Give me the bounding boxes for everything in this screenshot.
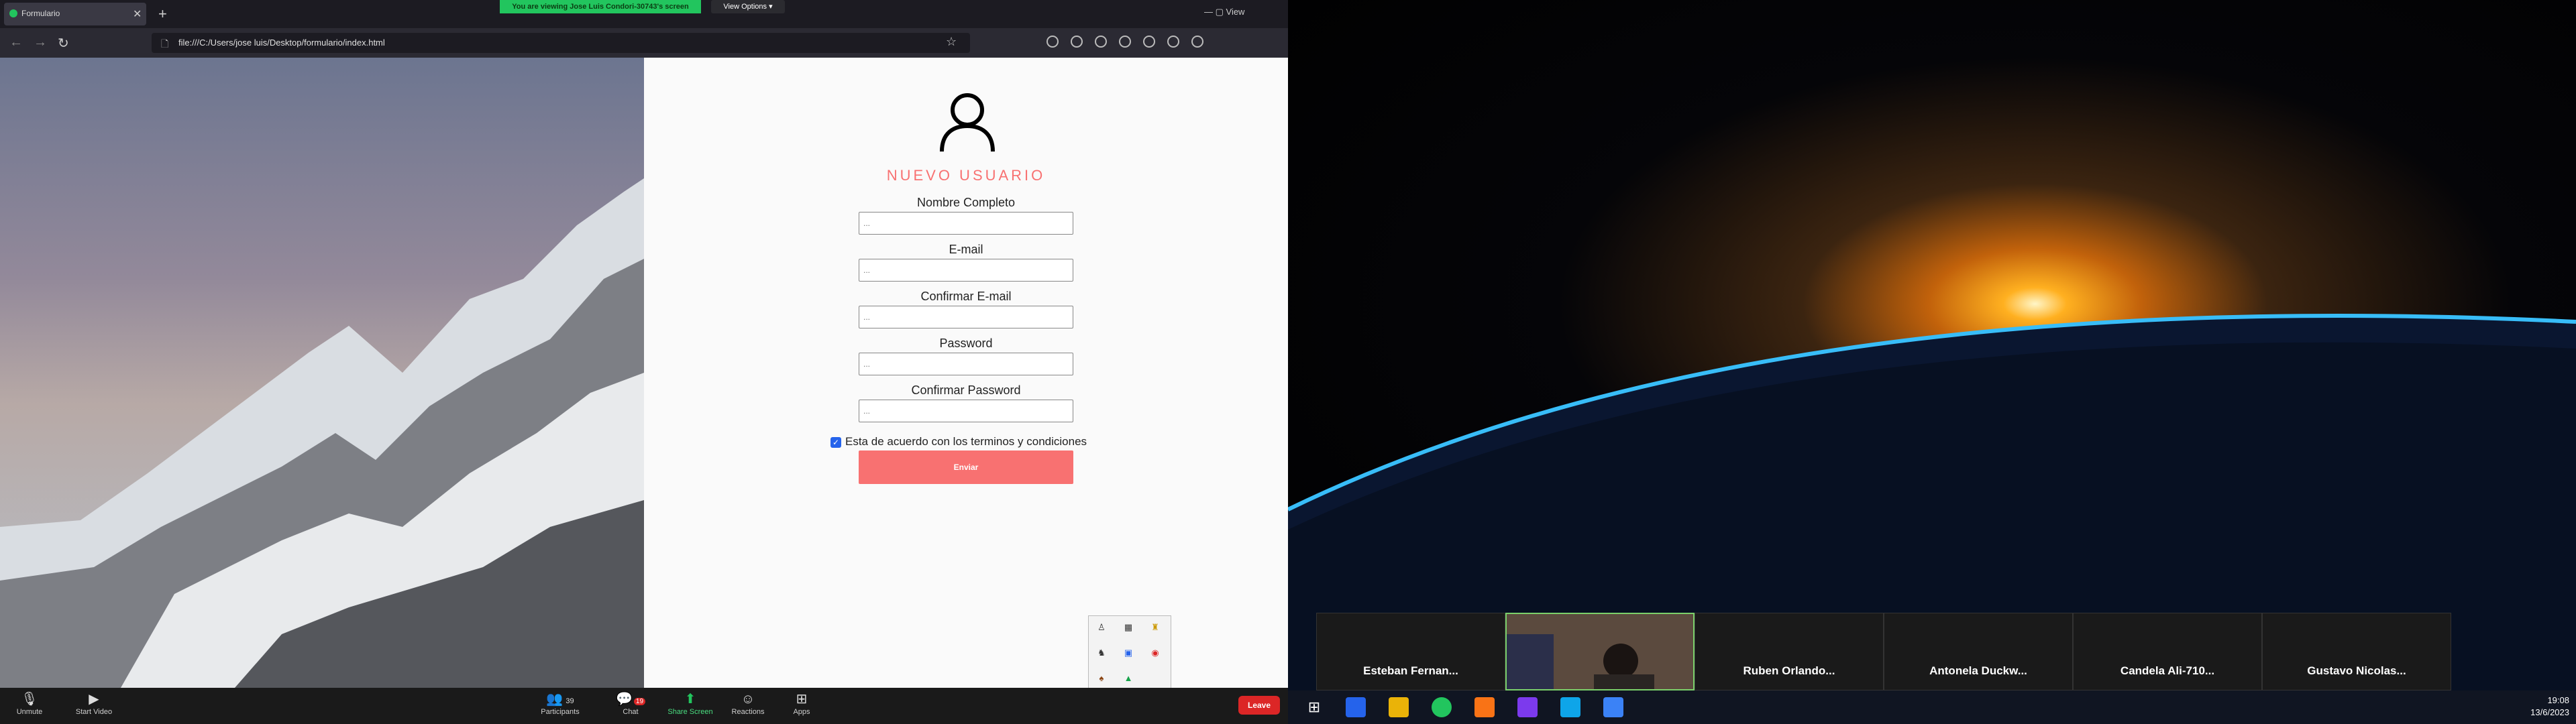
- share-screen-icon: ⬆: [684, 692, 696, 707]
- apps-icon: ⊞: [796, 692, 808, 707]
- tray-icon-3[interactable]: ♜: [1149, 621, 1161, 634]
- chat-button[interactable]: 💬 19 Chat: [610, 690, 651, 716]
- leave-button[interactable]: Leave: [1238, 696, 1280, 715]
- taskbar-app-icon[interactable]: [1346, 697, 1366, 717]
- participant-tile[interactable]: Candela Ali-710...: [2073, 613, 2262, 690]
- tab-close-icon[interactable]: ✕: [133, 7, 142, 21]
- terms-label: Esta de acuerdo con los terminos y condi…: [845, 435, 1087, 448]
- settings-icon[interactable]: [1167, 36, 1179, 48]
- zoom-toolbar: 🎙 Unmute ▶ Start Video 👥 39 Participants 💬 19…: [0, 688, 1288, 724]
- forward-icon[interactable]: →: [34, 35, 47, 50]
- tray-icon-1[interactable]: ♙: [1095, 621, 1108, 634]
- password-input[interactable]: [859, 353, 1073, 375]
- chrome-icon[interactable]: [1432, 697, 1452, 717]
- reload-icon[interactable]: ↻: [58, 35, 69, 52]
- field-label-confirm-email: Confirmar E-mail: [920, 290, 1012, 303]
- sublime-text-icon[interactable]: [1474, 697, 1495, 717]
- microphone-muted-icon: 🎙: [21, 692, 38, 707]
- tray-icon-7[interactable]: ♠: [1095, 672, 1108, 684]
- start-icon[interactable]: ⊞: [1304, 697, 1324, 717]
- visual-studio-icon[interactable]: [1517, 697, 1538, 717]
- participant-tile[interactable]: Esteban Fernan...: [1316, 613, 1505, 690]
- confirm-password-input[interactable]: [859, 400, 1073, 422]
- email-input[interactable]: [859, 259, 1073, 282]
- video-off-icon: ▶: [89, 692, 99, 707]
- desktop-wallpaper: [1288, 0, 2576, 690]
- field-label-nombre: Nombre Completo: [916, 196, 1016, 209]
- tray-icon-6[interactable]: ◉: [1149, 647, 1161, 659]
- shared-screen: Formulario ✕ + You are viewing Jose Luis…: [0, 0, 1288, 724]
- view-options-button[interactable]: View Options ▾: [711, 0, 785, 13]
- share-screen-button[interactable]: ⬆ Share Screen: [660, 690, 720, 716]
- participant-tile[interactable]: Antonela Duckw...: [1884, 613, 2073, 690]
- browser-tab[interactable]: Formulario ✕: [4, 3, 146, 25]
- reactions-icon: ☺: [741, 692, 755, 707]
- start-video-button[interactable]: ▶ Start Video: [67, 690, 121, 716]
- tray-icon-4[interactable]: ♞: [1095, 647, 1108, 659]
- clock-time: 19:08: [2547, 695, 2569, 705]
- window-controls[interactable]: — ▢ View: [1204, 7, 1244, 17]
- participants-button[interactable]: 👥 39 Participants: [530, 690, 590, 716]
- field-label-password: Password: [939, 337, 993, 350]
- extension-icon[interactable]: [1095, 36, 1107, 48]
- reactions-button[interactable]: ☺ Reactions: [724, 690, 771, 716]
- participant-strip: Esteban Fernan... Ruben Orlando... Anton…: [1316, 613, 2457, 690]
- tab-favicon-icon: [9, 9, 17, 17]
- browser-tab-bar: Formulario ✕ + You are viewing Jose Luis…: [0, 0, 1288, 28]
- new-tab-icon[interactable]: +: [158, 5, 167, 23]
- user-avatar-icon: [940, 93, 995, 152]
- windows-taskbar: ⊞: [1288, 690, 2576, 724]
- tray-icon-5[interactable]: ▣: [1122, 647, 1134, 659]
- chat-icon: 💬 19: [610, 690, 651, 708]
- participant-tile[interactable]: Gustavo Nicolas...: [2262, 613, 2451, 690]
- file-explorer-icon[interactable]: [1389, 697, 1409, 717]
- unmute-button[interactable]: 🎙 Unmute: [9, 690, 50, 716]
- tray-icon-2[interactable]: ▦: [1122, 621, 1134, 634]
- registration-form: NUEVO USUARIO Nombre Completo E-mail Con…: [644, 58, 1288, 690]
- address-text: file:///C:/Users/jose luis/Desktop/formu…: [178, 38, 385, 48]
- form-title: NUEVO USUARIO: [886, 167, 1046, 184]
- bookmark-star-icon[interactable]: ☆: [946, 35, 957, 49]
- participant-video-image: [1507, 614, 1693, 689]
- tray-overflow-popup: ♙ ▦ ♜ ♞ ▣ ◉ ♠ ▲: [1088, 615, 1171, 690]
- mountain-image: [0, 58, 644, 688]
- file-icon: 🗋: [161, 38, 169, 49]
- screenshot-icon[interactable]: [1119, 36, 1131, 48]
- pen-icon[interactable]: [1143, 36, 1155, 48]
- back-icon[interactable]: ←: [9, 35, 23, 50]
- pocket-icon[interactable]: [1046, 36, 1059, 48]
- share-banner: You are viewing Jose Luis Condori-30743'…: [500, 0, 701, 13]
- vscode-icon[interactable]: [1560, 697, 1580, 717]
- submit-button[interactable]: Enviar: [859, 450, 1073, 484]
- menu-icon[interactable]: [1191, 36, 1203, 48]
- tray-icon-8[interactable]: ▲: [1122, 672, 1134, 684]
- download-icon[interactable]: [1071, 36, 1083, 48]
- field-label-confirm-password: Confirmar Password: [911, 383, 1021, 397]
- participant-video-tile[interactable]: [1505, 613, 1695, 690]
- terms-checkbox[interactable]: ✓: [830, 437, 841, 448]
- clock-date: 13/6/2023: [2530, 707, 2569, 717]
- participant-tile[interactable]: Ruben Orlando...: [1695, 613, 1884, 690]
- nombre-input[interactable]: [859, 212, 1073, 235]
- confirm-email-input[interactable]: [859, 306, 1073, 328]
- field-label-email: E-mail: [949, 243, 983, 256]
- participants-icon: 👥 39: [546, 692, 574, 707]
- tab-title: Formulario: [21, 9, 60, 18]
- apps-button[interactable]: ⊞ Apps: [785, 690, 818, 716]
- address-bar[interactable]: 🗋 file:///C:/Users/jose luis/Desktop/for…: [152, 33, 970, 53]
- taskbar-clock[interactable]: 19:08 13/6/2023: [2502, 695, 2569, 719]
- zoom-app-icon[interactable]: [1603, 697, 1623, 717]
